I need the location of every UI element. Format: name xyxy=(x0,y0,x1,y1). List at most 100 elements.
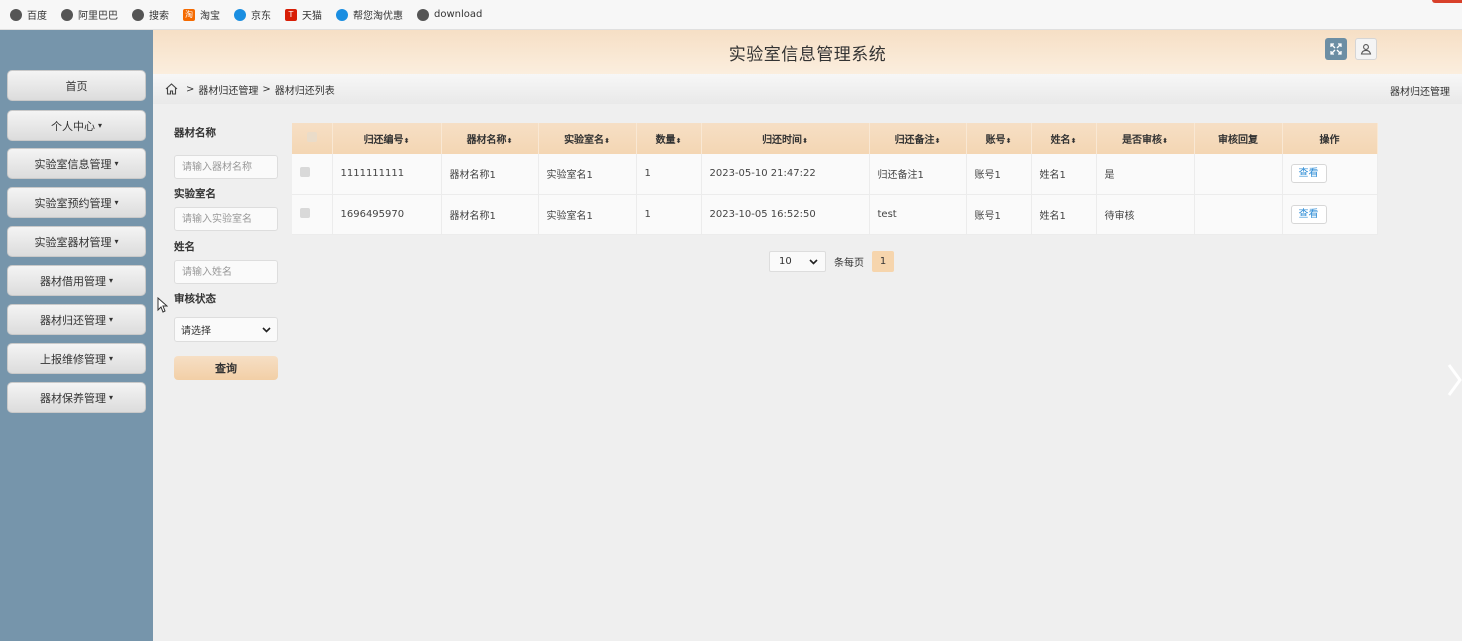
cell-audit: 待审核 xyxy=(1096,194,1195,235)
page-number-button[interactable]: 1 xyxy=(872,251,894,272)
column-header-label: 账号 xyxy=(985,135,1006,146)
column-header-label: 归还时间 xyxy=(762,135,803,146)
column-header: 操作 xyxy=(1282,123,1378,154)
sort-icon: ⬍ xyxy=(403,137,410,145)
view-button[interactable]: 查看 xyxy=(1290,164,1327,184)
bookmark-label: 京东 xyxy=(251,11,271,22)
sidebar: 首页 个人中心 ▾ 实验室信息管理 ▾ 实验室预约管理 ▾ 实验室器材管理 ▾ 器材借用管理 ▾ 器材… xyxy=(0,30,153,641)
bookmark-item[interactable]: download xyxy=(417,8,483,21)
column-header-label: 审核回复 xyxy=(1218,135,1258,146)
cell-name: 姓名1 xyxy=(1031,194,1097,235)
bookmark-label: download xyxy=(434,9,483,20)
caret-down-icon: ▾ xyxy=(97,121,102,130)
page-size-select[interactable]: 10 xyxy=(769,251,826,272)
caret-down-icon: ▾ xyxy=(108,315,113,324)
audit-status-label: 审核状态 xyxy=(174,293,216,305)
chevron-right-icon[interactable] xyxy=(1446,362,1462,398)
cell-qty: 1 xyxy=(636,194,702,235)
person-name-input[interactable] xyxy=(174,260,278,284)
globe-icon xyxy=(417,8,429,21)
fullscreen-button[interactable] xyxy=(1325,38,1347,60)
bookmark-item[interactable]: 京东 xyxy=(234,7,271,22)
caret-down-icon: ▾ xyxy=(108,276,113,285)
bookmark-item[interactable]: 帮您淘优惠 xyxy=(336,7,403,22)
tmall-icon: T xyxy=(285,8,297,21)
bookmark-item[interactable]: 百度 xyxy=(10,7,47,22)
person-name-label: 姓名 xyxy=(174,241,195,253)
column-header[interactable]: 账号⬍ xyxy=(966,123,1032,154)
select-all-checkbox[interactable] xyxy=(292,123,333,154)
column-header-label: 操作 xyxy=(1319,135,1340,146)
view-button[interactable]: 查看 xyxy=(1290,204,1327,224)
audit-status-select[interactable]: 请选择 xyxy=(174,317,278,342)
column-header[interactable]: 姓名⬍ xyxy=(1031,123,1097,154)
column-header[interactable]: 实验室名⬍ xyxy=(538,123,637,154)
lab-name-label: 实验室名 xyxy=(174,188,216,200)
bookmark-label: 阿里巴巴 xyxy=(78,11,118,22)
cell-lab: 实验室名1 xyxy=(538,154,637,195)
sidebar-item-8[interactable]: 器材保养管理 ▾ xyxy=(7,382,146,413)
bookmark-item[interactable]: 搜索 xyxy=(132,7,169,22)
sidebar-item-label: 实验室预约管理 xyxy=(34,196,112,210)
bookmark-item[interactable]: 淘淘宝 xyxy=(183,7,220,22)
breadcrumb-current-section: 器材归还管理 xyxy=(1390,87,1450,98)
globe-icon xyxy=(132,8,144,21)
breadcrumb-separator: > xyxy=(186,83,195,95)
user-icon xyxy=(1360,44,1372,55)
sort-icon: ⬍ xyxy=(1005,137,1012,145)
column-header-label: 归还备注 xyxy=(894,135,935,146)
page-title: 实验室信息管理系统 xyxy=(728,44,887,65)
column-header[interactable]: 归还编号⬍ xyxy=(332,123,442,154)
cell-remark: test xyxy=(869,194,967,235)
lab-name-input[interactable] xyxy=(174,207,278,231)
column-header[interactable]: 归还时间⬍ xyxy=(701,123,870,154)
bookmark-label: 搜索 xyxy=(149,11,169,22)
cell-equipment: 器材名称1 xyxy=(441,154,539,195)
per-page-label: 条每页 xyxy=(834,258,864,269)
breadcrumb-level1[interactable]: 器材归还管理 xyxy=(198,82,258,97)
sidebar-item-3[interactable]: 实验室预约管理 ▾ xyxy=(7,187,146,218)
equipment-name-input[interactable] xyxy=(174,155,278,179)
bookmark-item[interactable]: 阿里巴巴 xyxy=(61,7,118,22)
query-button[interactable]: 查询 xyxy=(174,356,278,380)
sidebar-item-label: 个人中心 xyxy=(50,119,95,133)
bookmark-label: 帮您淘优惠 xyxy=(353,11,403,22)
help-icon xyxy=(336,8,348,21)
bookmark-label: 天猫 xyxy=(302,11,322,22)
sort-icon: ⬍ xyxy=(506,137,513,145)
taobao-icon: 淘 xyxy=(183,8,195,21)
table-row: 1696495970 器材名称1 实验室名1 1 2023-10-05 16:52:50… xyxy=(292,194,1378,235)
user-button[interactable] xyxy=(1355,38,1377,60)
sidebar-item-7[interactable]: 上报维修管理 ▾ xyxy=(7,343,146,374)
window-indicator xyxy=(1432,0,1462,3)
cell-no: 1111111111 xyxy=(332,154,442,195)
sidebar-item-4[interactable]: 实验室器材管理 ▾ xyxy=(7,226,146,257)
sidebar-item-5[interactable]: 器材借用管理 ▾ xyxy=(7,265,146,296)
sidebar-item-1[interactable]: 个人中心 ▾ xyxy=(7,110,146,141)
row-checkbox[interactable] xyxy=(292,154,333,195)
equipment-name-label: 器材名称 xyxy=(174,127,216,139)
mouse-cursor-icon xyxy=(157,296,169,316)
cell-action: 查看 xyxy=(1282,194,1378,235)
sidebar-item-0[interactable]: 首页 xyxy=(7,70,146,101)
bookmark-label: 百度 xyxy=(27,11,47,22)
breadcrumb-level2: 器材归还列表 xyxy=(274,85,335,97)
home-icon[interactable] xyxy=(165,83,178,95)
table-row: 1111111111 器材名称1 实验室名1 1 2023-05-10 21:47:22… xyxy=(292,154,1378,195)
row-checkbox[interactable] xyxy=(292,194,333,235)
fullscreen-icon xyxy=(1330,43,1342,55)
sidebar-item-2[interactable]: 实验室信息管理 ▾ xyxy=(7,148,146,179)
cell-account: 账号1 xyxy=(966,154,1032,195)
sidebar-item-label: 上报维修管理 xyxy=(39,352,106,366)
column-header[interactable]: 数量⬍ xyxy=(636,123,702,154)
sidebar-item-label: 实验室信息管理 xyxy=(34,157,112,171)
globe-icon xyxy=(61,8,73,21)
bookmark-item[interactable]: T 天猫 xyxy=(285,7,322,22)
table-header-row: 归还编号⬍ 器材名称⬍ 实验室名⬍ 数量⬍ 归还时间⬍ 归还备注⬍ 账号⬍ 姓名⬍ 是否审核⬍ 审… xyxy=(292,123,1378,154)
caret-down-icon: ▾ xyxy=(114,159,119,168)
sidebar-item-6[interactable]: 器材归还管理 ▾ xyxy=(7,304,146,335)
column-header[interactable]: 是否审核⬍ xyxy=(1096,123,1195,154)
column-header[interactable]: 归还备注⬍ xyxy=(869,123,967,154)
cell-action: 查看 xyxy=(1282,154,1378,195)
column-header[interactable]: 器材名称⬍ xyxy=(441,123,539,154)
